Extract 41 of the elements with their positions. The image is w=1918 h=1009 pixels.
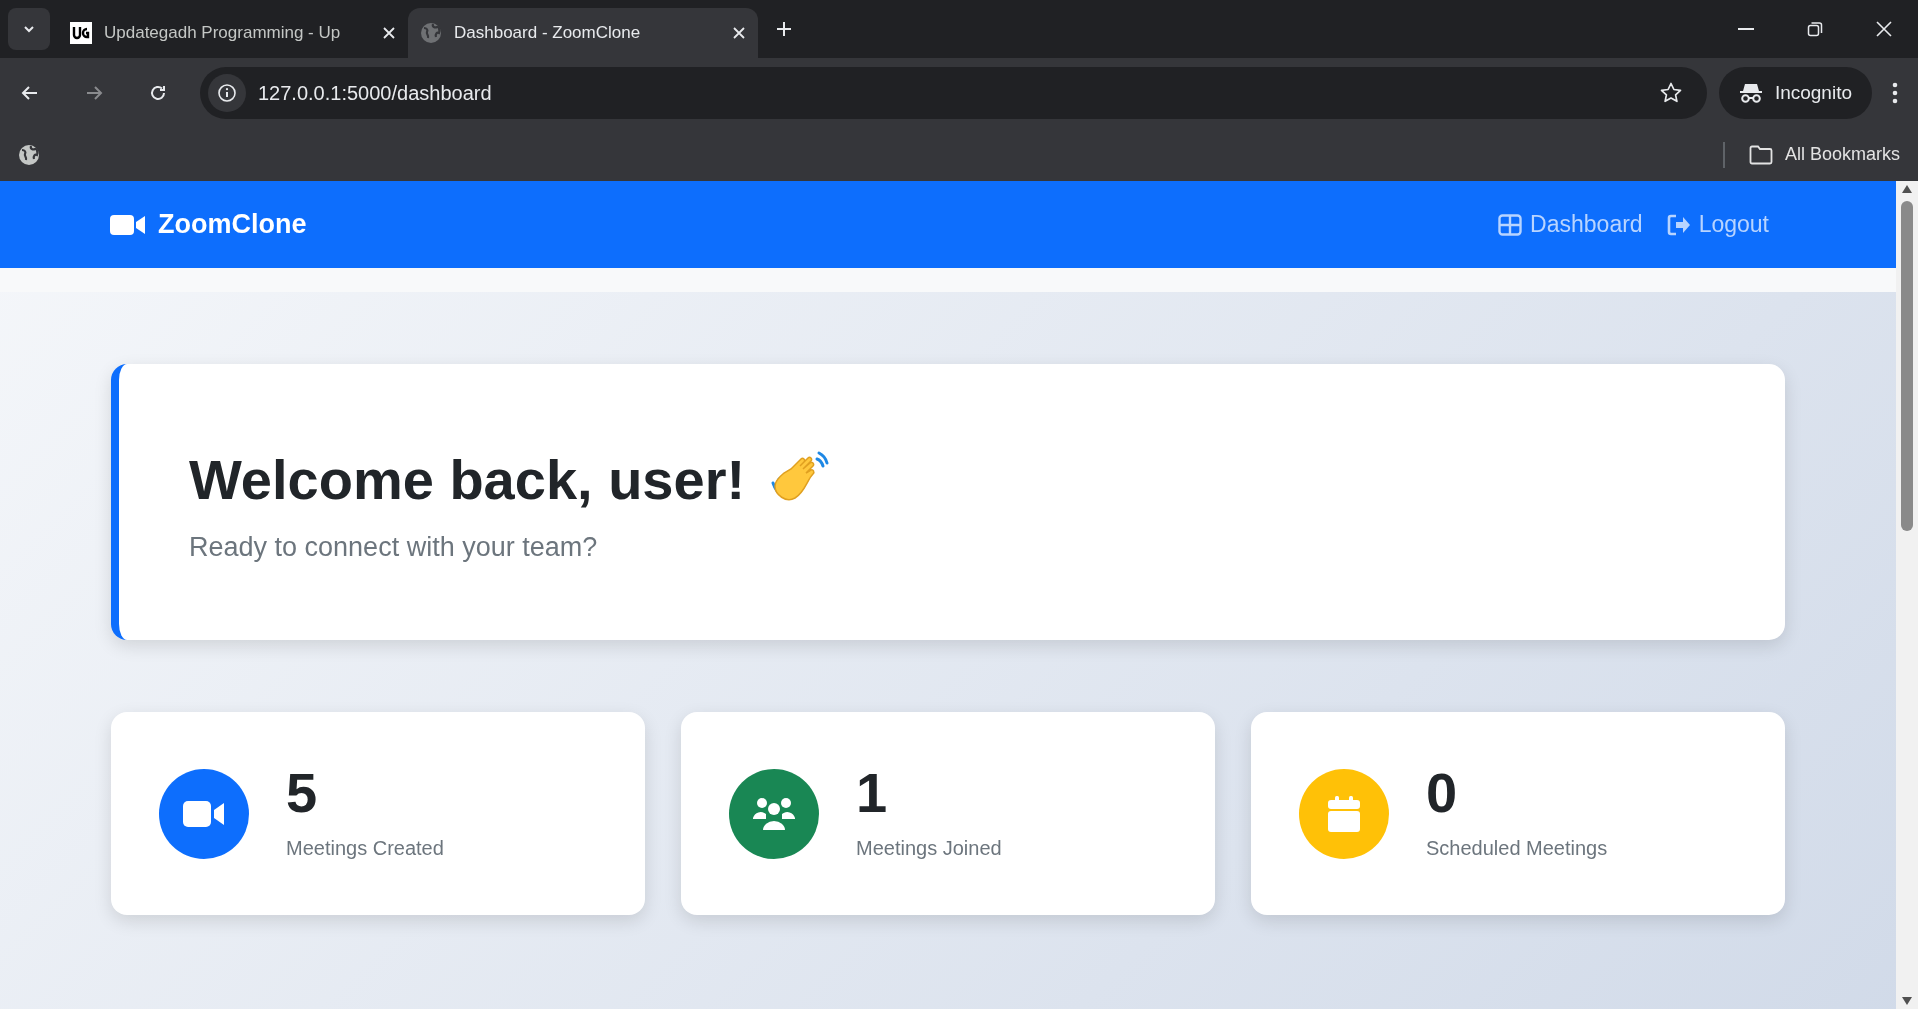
incognito-button[interactable]: Incognito xyxy=(1718,67,1872,119)
people-icon xyxy=(751,795,797,832)
stat-value: 0 xyxy=(1426,764,1459,821)
reload-icon[interactable] xyxy=(148,83,168,103)
stat-value: 1 xyxy=(856,764,889,821)
minimize-icon xyxy=(1737,28,1754,30)
logo-icon xyxy=(70,22,92,44)
folder-icon xyxy=(1748,144,1773,165)
brand-link[interactable]: ZoomClone xyxy=(110,204,307,245)
welcome-subtitle: Ready to connect with your team? xyxy=(189,530,599,564)
url-text: 127.0.0.1:5000/dashboard xyxy=(258,81,492,106)
scrollbar-thumb[interactable] xyxy=(1901,201,1913,531)
video-camera-icon xyxy=(183,799,225,828)
all-bookmarks-button[interactable]: All Bookmarks xyxy=(1748,141,1900,168)
incognito-icon xyxy=(1738,82,1763,104)
browser-tab[interactable]: Dashboard - ZoomClone xyxy=(408,8,758,58)
stat-label: Meetings Created xyxy=(286,835,444,861)
globe-icon xyxy=(420,22,442,44)
address-bar[interactable]: 127.0.0.1:5000/dashboard xyxy=(200,67,1707,119)
stat-label: Meetings Joined xyxy=(856,835,1002,861)
stat-value: 5 xyxy=(286,764,319,821)
browser-tab[interactable]: Updategadh Programming - Up xyxy=(58,8,408,58)
close-tab-icon[interactable] xyxy=(382,26,396,40)
globe-icon[interactable] xyxy=(18,143,40,166)
scroll-down-icon[interactable] xyxy=(1902,997,1912,1005)
scroll-up-icon[interactable] xyxy=(1902,185,1912,193)
close-tab-icon[interactable] xyxy=(732,26,746,40)
stat-label: Scheduled Meetings xyxy=(1426,835,1608,861)
logout-icon xyxy=(1666,213,1691,236)
menu-icon[interactable] xyxy=(1892,82,1898,104)
restore-icon xyxy=(1806,21,1823,37)
close-icon xyxy=(1875,21,1892,37)
tab-title: Updategadh Programming - Up xyxy=(104,22,342,45)
calendar-icon xyxy=(1327,795,1361,832)
welcome-heading: Welcome back, user! xyxy=(189,446,746,513)
info-icon[interactable] xyxy=(217,83,237,103)
grid-icon xyxy=(1498,213,1523,236)
video-camera-icon xyxy=(110,212,146,237)
star-icon[interactable] xyxy=(1658,81,1683,105)
tab-title: Dashboard - ZoomClone xyxy=(454,22,642,45)
plus-icon xyxy=(776,21,792,37)
